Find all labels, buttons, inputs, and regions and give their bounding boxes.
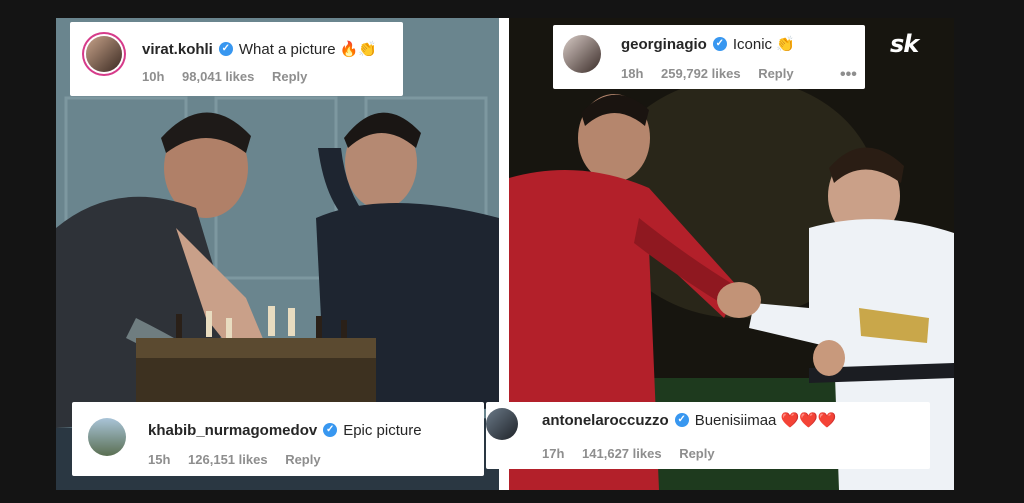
comment-card-antonela: antonelaroccuzzo ✓ Buenisiimaa ❤️❤️❤️ 17h … <box>486 402 930 469</box>
comment-username[interactable]: antonelaroccuzzo <box>542 412 669 429</box>
more-options-icon[interactable]: ••• <box>840 66 857 84</box>
comment-likes[interactable]: 126,151 likes <box>188 452 268 467</box>
avatar[interactable] <box>86 36 122 72</box>
comment-card-georgina: georginagio ✓ Iconic 👏 18h 259,792 likes R… <box>553 25 865 89</box>
comment-text: Buenisiimaa ❤️❤️❤️ <box>694 412 837 429</box>
comment-time: 18h <box>621 66 644 81</box>
comment-text: Epic picture <box>343 422 422 439</box>
sportskeeda-logo: sk <box>890 30 919 58</box>
comment-text: Iconic 👏 <box>732 36 795 53</box>
comment-likes[interactable]: 259,792 likes <box>661 66 741 81</box>
reply-button[interactable]: Reply <box>285 452 320 467</box>
avatar[interactable] <box>486 408 518 440</box>
comment-username[interactable]: virat.kohli <box>142 41 213 58</box>
reply-button[interactable]: Reply <box>758 66 793 81</box>
comment-likes[interactable]: 98,041 likes <box>182 69 254 84</box>
verified-badge-icon: ✓ <box>674 413 689 428</box>
avatar[interactable] <box>563 35 601 73</box>
comment-time: 15h <box>148 452 171 467</box>
verified-badge-icon: ✓ <box>712 37 727 52</box>
reply-button[interactable]: Reply <box>272 69 307 84</box>
comment-username[interactable]: georginagio <box>621 36 707 53</box>
comment-likes[interactable]: 141,627 likes <box>582 446 662 461</box>
comment-time: 17h <box>542 446 565 461</box>
comment-card-virat: virat.kohli ✓ What a picture 🔥👏 10h 98,041… <box>70 22 403 96</box>
verified-badge-icon: ✓ <box>323 423 338 438</box>
comment-text: What a picture 🔥👏 <box>238 41 378 58</box>
verified-badge-icon: ✓ <box>218 42 233 57</box>
comment-time: 10h <box>142 69 165 84</box>
reply-button[interactable]: Reply <box>679 446 714 461</box>
comment-username[interactable]: khabib_nurmagomedov <box>148 422 317 439</box>
avatar[interactable] <box>88 418 126 456</box>
comment-card-khabib: khabib_nurmagomedov ✓ Epic picture 15h 126… <box>72 402 484 476</box>
